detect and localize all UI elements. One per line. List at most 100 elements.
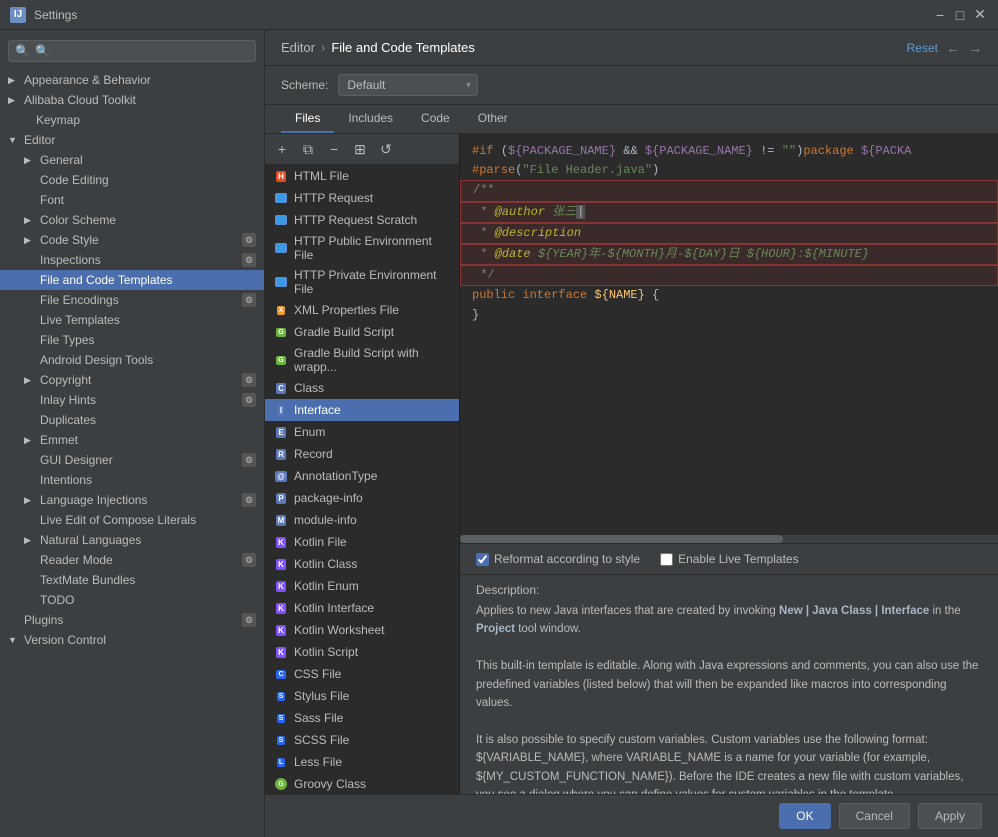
minimize-button[interactable]: − (932, 7, 948, 23)
horizontal-scrollbar[interactable] (460, 535, 998, 543)
template-item-scss[interactable]: S SCSS File (265, 729, 459, 751)
sidebar-item-live-templates[interactable]: Live Templates (0, 310, 264, 330)
template-item-record[interactable]: R Record (265, 443, 459, 465)
editor-area: + ⧉ − ⊞ ↺ H HTML File 🌐 HTTP Reque (265, 134, 998, 794)
template-item-groovy-class[interactable]: G Groovy Class (265, 773, 459, 794)
sidebar-item-color-scheme[interactable]: ▶ Color Scheme (0, 210, 264, 230)
sidebar-item-live-edit[interactable]: Live Edit of Compose Literals (0, 510, 264, 530)
close-button[interactable]: ✕ (972, 7, 988, 23)
template-item-xml-props[interactable]: X XML Properties File (265, 299, 459, 321)
template-item-label: AnnotationType (294, 469, 377, 483)
badge-icon: ⚙ (242, 393, 256, 407)
template-item-gradle[interactable]: G Gradle Build Script (265, 321, 459, 343)
sidebar-item-file-types[interactable]: File Types (0, 330, 264, 350)
sidebar-item-keymap[interactable]: Keymap (0, 110, 264, 130)
template-item-interface[interactable]: I Interface (265, 399, 459, 421)
live-templates-checkbox[interactable] (660, 553, 673, 566)
template-item-module-info[interactable]: M module-info (265, 509, 459, 531)
sidebar-item-inspections[interactable]: Inspections ⚙ (0, 250, 264, 270)
duplicate-template-button[interactable]: ⊞ (349, 138, 371, 160)
sidebar-item-language-injections[interactable]: ▶ Language Injections ⚙ (0, 490, 264, 510)
template-item-kotlin-file[interactable]: K Kotlin File (265, 531, 459, 553)
template-toolbar: + ⧉ − ⊞ ↺ (265, 134, 459, 165)
template-item-annotation[interactable]: @ AnnotationType (265, 465, 459, 487)
template-item-label: Gradle Build Script (294, 325, 394, 339)
sidebar-item-duplicates[interactable]: Duplicates (0, 410, 264, 430)
template-item-stylus[interactable]: S Stylus File (265, 685, 459, 707)
sidebar-item-editor[interactable]: ▼ Editor (0, 130, 264, 150)
reset-template-button[interactable]: ↺ (375, 138, 397, 160)
apply-button[interactable]: Apply (918, 803, 982, 829)
add-template-button[interactable]: + (271, 138, 293, 160)
sidebar-item-emmet[interactable]: ▶ Emmet (0, 430, 264, 450)
sidebar-item-code-style[interactable]: ▶ Code Style ⚙ (0, 230, 264, 250)
sidebar-item-appearance[interactable]: ▶ Appearance & Behavior (0, 70, 264, 90)
reset-button[interactable]: Reset (907, 41, 938, 55)
sidebar-item-file-encodings[interactable]: File Encodings ⚙ (0, 290, 264, 310)
sidebar-item-plugins[interactable]: Plugins ⚙ (0, 610, 264, 630)
search-box[interactable]: 🔍 (8, 40, 256, 62)
badge-icon: ⚙ (242, 493, 256, 507)
nav-back-button[interactable]: ← (946, 40, 960, 56)
sidebar-item-intentions[interactable]: Intentions (0, 470, 264, 490)
sidebar-item-todo[interactable]: TODO (0, 590, 264, 610)
template-item-enum[interactable]: E Enum (265, 421, 459, 443)
sidebar-item-file-templates[interactable]: File and Code Templates (0, 270, 264, 290)
template-item-kotlin-class[interactable]: K Kotlin Class (265, 553, 459, 575)
template-item-class[interactable]: C Class (265, 377, 459, 399)
reformat-checkbox[interactable] (476, 553, 489, 566)
sidebar-item-alibaba[interactable]: ▶ Alibaba Cloud Toolkit (0, 90, 264, 110)
scrollbar-thumb[interactable] (460, 535, 783, 543)
tab-files[interactable]: Files (281, 105, 334, 133)
template-item-kotlin-script[interactable]: K Kotlin Script (265, 641, 459, 663)
nav-forward-button[interactable]: → (968, 40, 982, 56)
template-item-http-scratch[interactable]: 🌐 HTTP Request Scratch (265, 209, 459, 231)
sidebar-item-android-design[interactable]: Android Design Tools (0, 350, 264, 370)
sidebar-item-code-editing[interactable]: Code Editing (0, 170, 264, 190)
cancel-button[interactable]: Cancel (839, 803, 910, 829)
sidebar-item-copyright[interactable]: ▶ Copyright ⚙ (0, 370, 264, 390)
sidebar-item-label: Reader Mode (40, 553, 113, 567)
remove-template-button[interactable]: − (323, 138, 345, 160)
sidebar-item-label: File Types (40, 333, 94, 347)
template-item-kotlin-worksheet[interactable]: K Kotlin Worksheet (265, 619, 459, 641)
sidebar-item-textmate[interactable]: TextMate Bundles (0, 570, 264, 590)
tab-other[interactable]: Other (464, 105, 522, 133)
template-item-gradle-wrapper[interactable]: G Gradle Build Script with wrapp... (265, 343, 459, 377)
description-text: Applies to new Java interfaces that are … (476, 602, 982, 794)
search-input[interactable] (35, 44, 249, 58)
template-item-package-info[interactable]: P package-info (265, 487, 459, 509)
template-item-kotlin-enum[interactable]: K Kotlin Enum (265, 575, 459, 597)
sidebar-item-version-control[interactable]: ▼ Version Control (0, 630, 264, 650)
reformat-checkbox-label[interactable]: Reformat according to style (476, 552, 640, 566)
sidebar-item-natural-languages[interactable]: ▶ Natural Languages (0, 530, 264, 550)
template-item-http-private[interactable]: 🌐 HTTP Private Environment File (265, 265, 459, 299)
maximize-button[interactable]: □ (952, 7, 968, 23)
ok-button[interactable]: OK (779, 803, 830, 829)
template-item-label: Kotlin Script (294, 645, 358, 659)
live-templates-checkbox-label[interactable]: Enable Live Templates (660, 552, 799, 566)
template-item-http-request[interactable]: 🌐 HTTP Request (265, 187, 459, 209)
sidebar-item-reader-mode[interactable]: Reader Mode ⚙ (0, 550, 264, 570)
template-item-label: Enum (294, 425, 325, 439)
sidebar-item-gui-designer[interactable]: GUI Designer ⚙ (0, 450, 264, 470)
tab-code[interactable]: Code (407, 105, 464, 133)
app-icon: IJ (10, 7, 26, 23)
template-item-kotlin-interface[interactable]: K Kotlin Interface (265, 597, 459, 619)
template-item-css[interactable]: C CSS File (265, 663, 459, 685)
template-item-html[interactable]: H HTML File (265, 165, 459, 187)
tab-includes[interactable]: Includes (334, 105, 407, 133)
sidebar-item-general[interactable]: ▶ General (0, 150, 264, 170)
code-editor[interactable]: #if (${PACKAGE_NAME} && ${PACKAGE_NAME} … (460, 134, 998, 535)
template-item-label: XML Properties File (294, 303, 399, 317)
template-item-less[interactable]: L Less File (265, 751, 459, 773)
copy-template-button[interactable]: ⧉ (297, 138, 319, 160)
sidebar-item-inlay-hints[interactable]: Inlay Hints ⚙ (0, 390, 264, 410)
template-item-http-public[interactable]: 🌐 HTTP Public Environment File (265, 231, 459, 265)
badge-icon: ⚙ (242, 253, 256, 267)
arrow-icon: ▼ (8, 135, 18, 145)
sidebar-item-font[interactable]: Font (0, 190, 264, 210)
scheme-select[interactable]: Default Project (338, 74, 478, 96)
titlebar: IJ Settings − □ ✕ (0, 0, 998, 30)
template-item-sass[interactable]: S Sass File (265, 707, 459, 729)
